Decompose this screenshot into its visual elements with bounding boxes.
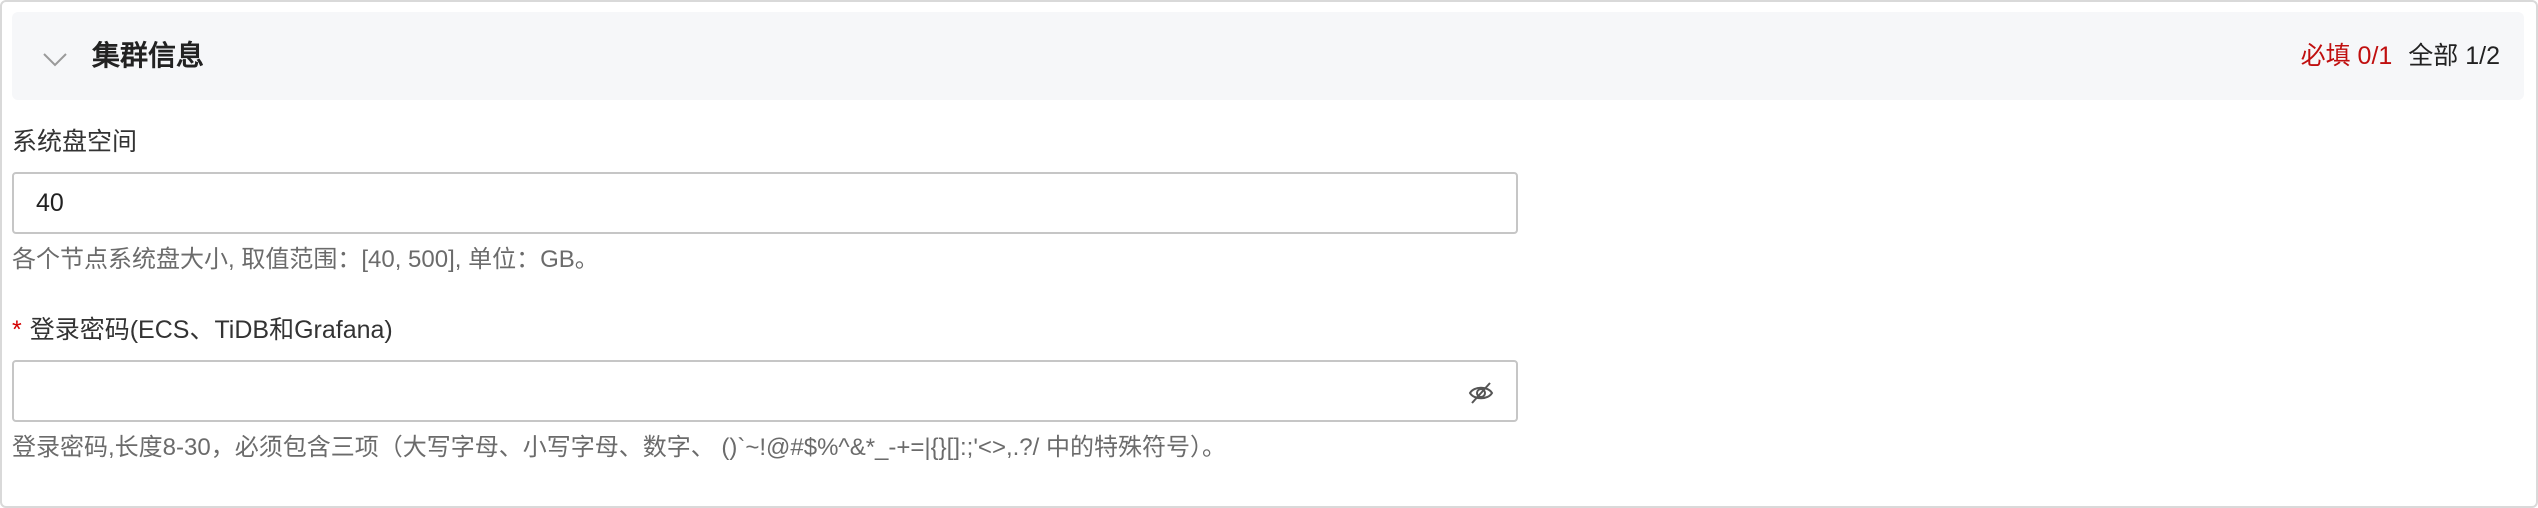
password-help: 登录密码,长度8-30，必须包含三项（大写字母、小写字母、数字、 ()`~!@#…	[12, 434, 1226, 461]
password-label: * 登录密码(ECS、TiDB和Grafana)	[12, 312, 393, 348]
system-disk-input[interactable]	[14, 174, 1516, 232]
required-count: 必填 0/1	[2300, 42, 2393, 70]
system-disk-input-box	[12, 172, 1518, 234]
total-count: 全部 1/2	[2408, 42, 2500, 70]
eye-off-icon[interactable]	[1468, 380, 1494, 406]
section-title: 集群信息	[92, 40, 205, 71]
system-disk-help: 各个节点系统盘大小, 取值范围：[40, 500], 单位：GB。	[12, 246, 599, 273]
chevron-down-icon[interactable]	[42, 52, 68, 68]
system-disk-label: 系统盘空间	[12, 128, 138, 156]
required-mark: *	[12, 316, 22, 344]
section-header-cluster-info[interactable]: 集群信息 必填 0/1 全部 1/2	[12, 12, 2524, 100]
password-label-text: 登录密码(ECS、TiDB和Grafana)	[29, 316, 393, 344]
section-counts: 必填 0/1 全部 1/2	[2301, 34, 2500, 78]
password-input-box	[12, 360, 1518, 422]
form-panel: 集群信息 必填 0/1 全部 1/2 系统盘空间 各个节点系统盘大小, 取值范围：…	[0, 0, 2538, 508]
password-input[interactable]	[14, 362, 1516, 420]
